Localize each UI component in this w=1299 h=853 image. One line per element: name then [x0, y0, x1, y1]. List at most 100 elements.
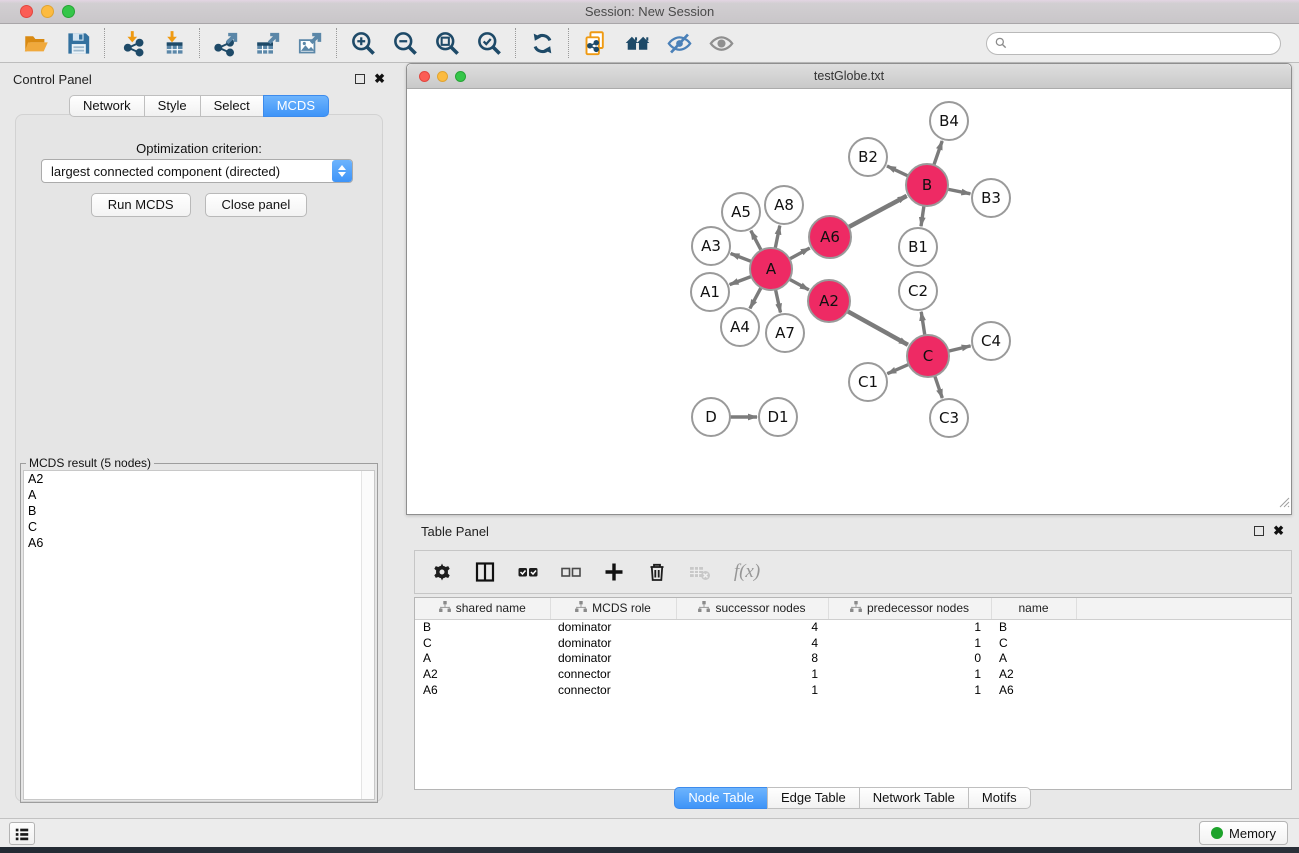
table-row[interactable]: A6connector11A6	[415, 682, 1291, 698]
table-cell[interactable]: A2	[991, 666, 1076, 682]
float-panel-icon[interactable]	[355, 74, 365, 84]
window-resize-grip[interactable]	[1276, 494, 1290, 513]
table-row[interactable]: A2connector11A2	[415, 666, 1291, 682]
mcds-result-item[interactable]: A6	[24, 535, 374, 551]
column-header[interactable]: successor nodes	[676, 598, 828, 619]
graph-edge-B-B3[interactable]	[947, 189, 971, 194]
table-cell[interactable]: A2	[415, 666, 550, 682]
table-cell[interactable]: C	[415, 635, 550, 651]
export-image-icon[interactable]	[295, 28, 325, 58]
mcds-result-item[interactable]: A2	[24, 471, 374, 487]
column-header[interactable]: name	[991, 598, 1076, 619]
export-network-icon[interactable]	[211, 28, 241, 58]
import-table-icon[interactable]	[158, 28, 188, 58]
table-row[interactable]: Bdominator41B	[415, 619, 1291, 635]
graph-edge-A-A4[interactable]	[750, 287, 762, 309]
graph-edge-C-C2[interactable]	[921, 312, 925, 336]
graph-edge-A-A3[interactable]	[731, 254, 753, 262]
tab-mcds[interactable]: MCDS	[263, 95, 329, 117]
network-close-button[interactable]	[419, 71, 430, 82]
graph-edge-B-B1[interactable]	[921, 205, 924, 226]
close-table-panel-icon[interactable]: ✖	[1273, 526, 1284, 536]
hide-selected-icon[interactable]	[664, 28, 694, 58]
table-cell[interactable]: 1	[828, 635, 991, 651]
graph-edge-A-A2[interactable]	[789, 279, 809, 290]
table-cell[interactable]: 4	[676, 619, 828, 635]
network-minimize-button[interactable]	[437, 71, 448, 82]
graph-edge-A-A8[interactable]	[775, 226, 780, 250]
deselect-all-icon[interactable]	[558, 559, 584, 585]
open-folder-icon[interactable]	[21, 28, 51, 58]
close-window-button[interactable]	[20, 5, 33, 18]
clone-network-icon[interactable]	[580, 28, 610, 58]
tab-network-table[interactable]: Network Table	[859, 787, 969, 809]
graph-edge-A-A5[interactable]	[751, 231, 762, 252]
column-header[interactable]: MCDS role	[550, 598, 676, 619]
mcds-result-item[interactable]: C	[24, 519, 374, 535]
mcds-result-list[interactable]: A2ABCA6	[23, 470, 375, 800]
graph-edge-C-C3[interactable]	[934, 375, 942, 398]
graph-edge-B-B4[interactable]	[934, 141, 943, 166]
tab-node-table[interactable]: Node Table	[674, 787, 768, 809]
table-cell[interactable]: C	[991, 635, 1076, 651]
table-cell[interactable]: A6	[991, 682, 1076, 698]
search-input[interactable]	[986, 32, 1281, 55]
table-cell[interactable]: B	[991, 619, 1076, 635]
float-table-panel-icon[interactable]	[1254, 526, 1264, 536]
graph-edge-A-A6[interactable]	[789, 248, 810, 260]
home-pair-icon[interactable]	[622, 28, 652, 58]
table-cell[interactable]: 1	[676, 682, 828, 698]
network-canvas[interactable]: B4B2BB3A8A5A6B1A3AA1C2A2A4A7C4CC1C3DD1	[407, 89, 1291, 514]
table-cell[interactable]: A	[991, 651, 1076, 667]
zoom-in-icon[interactable]	[348, 28, 378, 58]
graph-edge-C-C4[interactable]	[948, 346, 971, 352]
table-cell[interactable]: connector	[550, 666, 676, 682]
table-cell[interactable]: connector	[550, 682, 676, 698]
select-all-icon[interactable]	[515, 559, 541, 585]
table-row[interactable]: Cdominator41C	[415, 635, 1291, 651]
add-icon[interactable]	[601, 559, 627, 585]
import-network-icon[interactable]	[116, 28, 146, 58]
memory-button[interactable]: Memory	[1199, 821, 1288, 845]
result-scrollbar[interactable]	[361, 471, 374, 799]
save-icon[interactable]	[63, 28, 93, 58]
table-cell[interactable]: 0	[828, 651, 991, 667]
table-cell[interactable]: dominator	[550, 635, 676, 651]
graph-edge-B-B2[interactable]	[887, 166, 909, 176]
columns-icon[interactable]	[472, 559, 498, 585]
refresh-icon[interactable]	[527, 28, 557, 58]
graph-edge-C-C1[interactable]	[887, 364, 909, 374]
table-cell[interactable]: dominator	[550, 619, 676, 635]
zoom-fit-icon[interactable]	[432, 28, 462, 58]
table-row[interactable]: Adominator80A	[415, 651, 1291, 667]
table-cell[interactable]: A	[415, 651, 550, 667]
zoom-out-icon[interactable]	[390, 28, 420, 58]
tab-network[interactable]: Network	[69, 95, 145, 117]
table-cell[interactable]: 4	[676, 635, 828, 651]
graph-edge-A2-C[interactable]	[847, 311, 908, 345]
tab-motifs[interactable]: Motifs	[968, 787, 1031, 809]
network-maximize-button[interactable]	[455, 71, 466, 82]
mcds-result-item[interactable]: A	[24, 487, 374, 503]
maximize-window-button[interactable]	[62, 5, 75, 18]
table-cell[interactable]: 1	[676, 666, 828, 682]
criterion-dropdown[interactable]: largest connected component (directed)	[41, 159, 353, 183]
network-graph[interactable]: B4B2BB3A8A5A6B1A3AA1C2A2A4A7C4CC1C3DD1	[407, 89, 1291, 514]
export-table-icon[interactable]	[253, 28, 283, 58]
minimize-window-button[interactable]	[41, 5, 54, 18]
tab-edge-table[interactable]: Edge Table	[767, 787, 860, 809]
graph-edge-A6-B[interactable]	[848, 196, 907, 228]
table-cell[interactable]: A6	[415, 682, 550, 698]
run-mcds-button[interactable]: Run MCDS	[91, 193, 191, 217]
delete-icon[interactable]	[644, 559, 670, 585]
zoom-selected-icon[interactable]	[474, 28, 504, 58]
table-cell[interactable]: 1	[828, 666, 991, 682]
close-panel-button[interactable]: Close panel	[205, 193, 308, 217]
column-header[interactable]: predecessor nodes	[828, 598, 991, 619]
task-history-button[interactable]	[9, 822, 35, 845]
network-window-titlebar[interactable]: testGlobe.txt	[407, 64, 1291, 89]
table-cell[interactable]: 1	[828, 682, 991, 698]
show-all-icon[interactable]	[706, 28, 736, 58]
table-cell[interactable]: dominator	[550, 651, 676, 667]
table-cell[interactable]: B	[415, 619, 550, 635]
